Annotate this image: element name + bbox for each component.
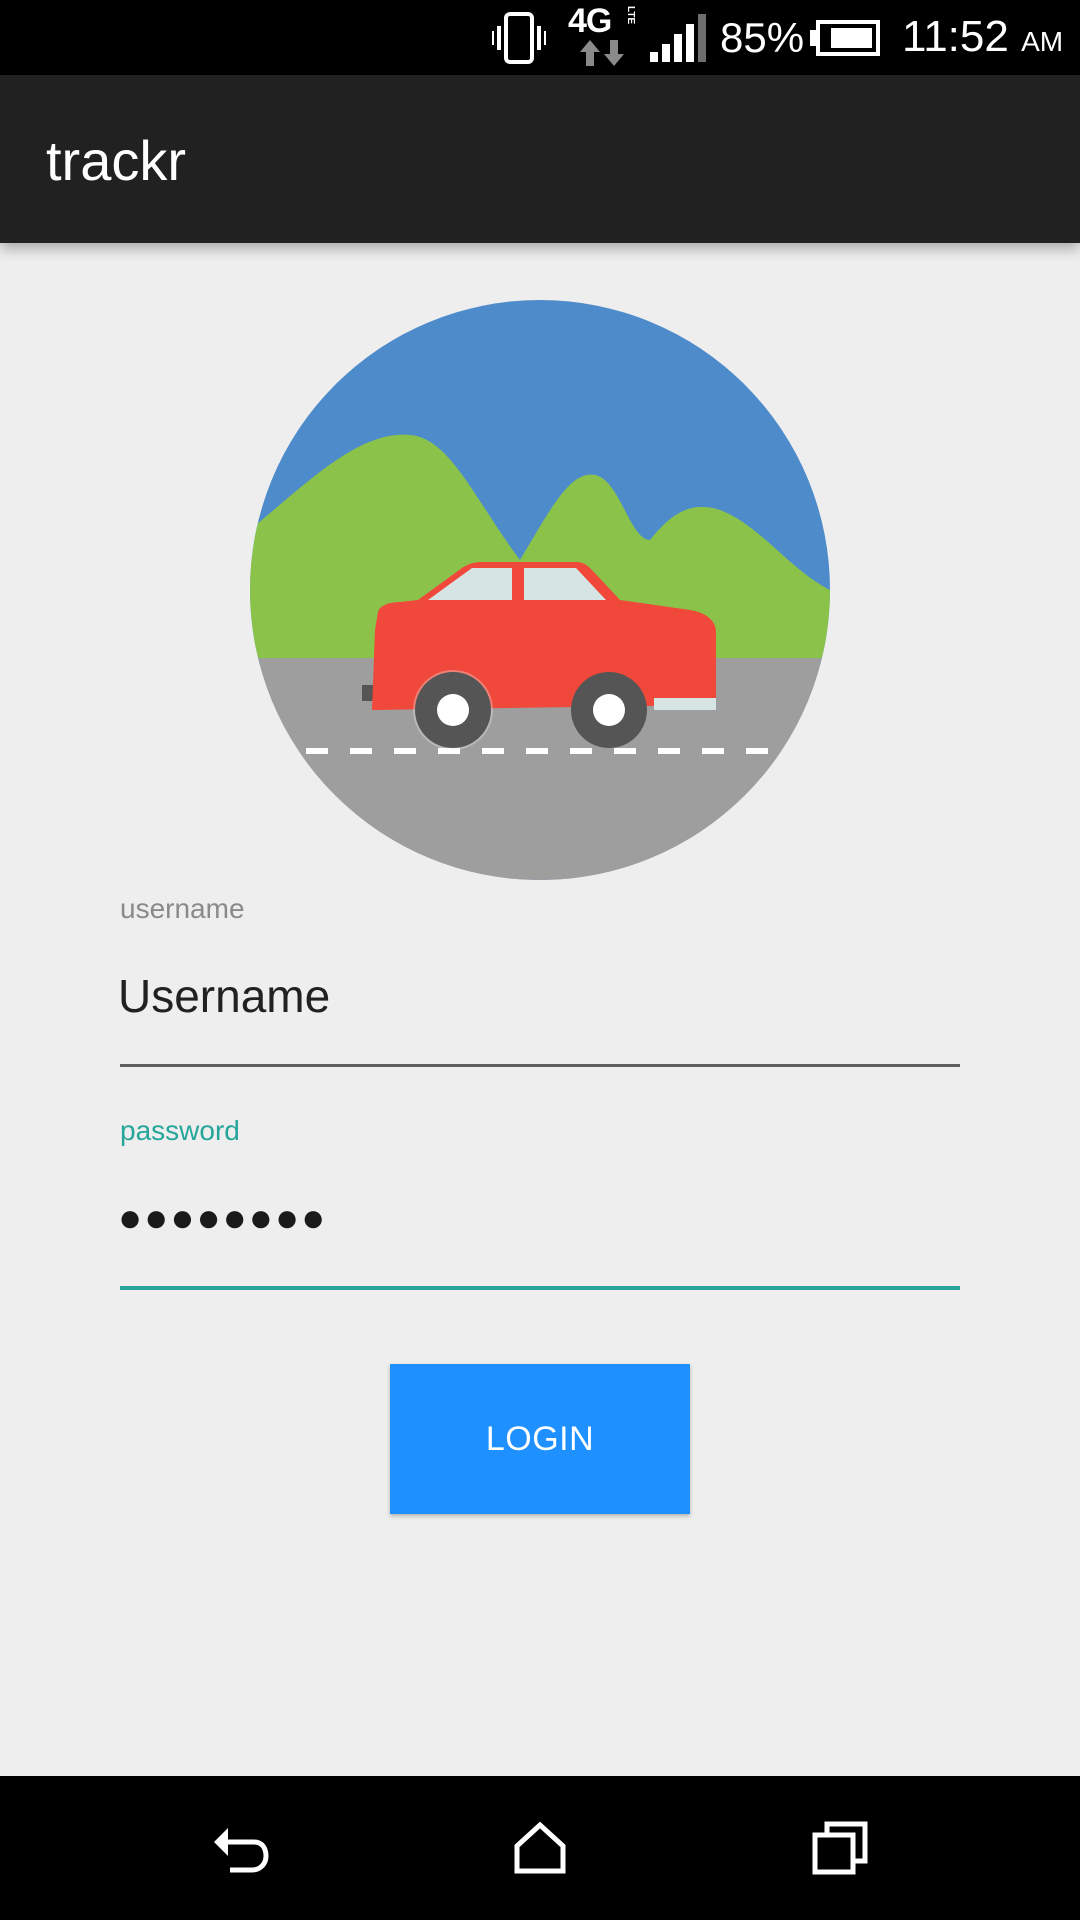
recents-icon <box>812 1821 868 1875</box>
home-button[interactable] <box>440 1776 640 1920</box>
battery-percent: 85% <box>720 14 805 61</box>
clock: 11:52 AM <box>902 12 1063 67</box>
status-bar: 4G LTE 85% 11:52 AM <box>0 0 1080 75</box>
data-arrows-icon <box>580 40 624 66</box>
clock-time: 11:52 <box>902 12 1009 61</box>
signal-icon <box>650 14 706 62</box>
username-input[interactable] <box>118 968 958 1024</box>
car-landscape-logo <box>250 300 830 880</box>
password-label: password <box>120 1115 240 1146</box>
recents-button[interactable] <box>740 1776 940 1920</box>
network-subtype-label: LTE <box>625 6 636 25</box>
password-input[interactable]: ●●●●●●●● <box>118 1190 958 1246</box>
app-title: trackr <box>46 129 186 192</box>
clock-am-pm: AM <box>1021 26 1064 57</box>
home-icon <box>514 1822 566 1874</box>
nav-bar <box>0 1776 1080 1920</box>
password-underline <box>120 1286 960 1290</box>
back-button[interactable] <box>140 1776 340 1920</box>
back-icon <box>214 1828 269 1873</box>
network-type-label: 4G <box>568 2 612 40</box>
app-bar: trackr <box>0 75 1080 243</box>
login-button[interactable]: LOGIN <box>390 1364 690 1514</box>
battery-icon <box>810 20 880 56</box>
vibrate-icon <box>492 12 546 64</box>
username-underline <box>120 1064 960 1067</box>
login-screen: 4G LTE 85% 11:52 AM trackr username User… <box>0 0 1080 1920</box>
username-label: username <box>120 893 245 924</box>
